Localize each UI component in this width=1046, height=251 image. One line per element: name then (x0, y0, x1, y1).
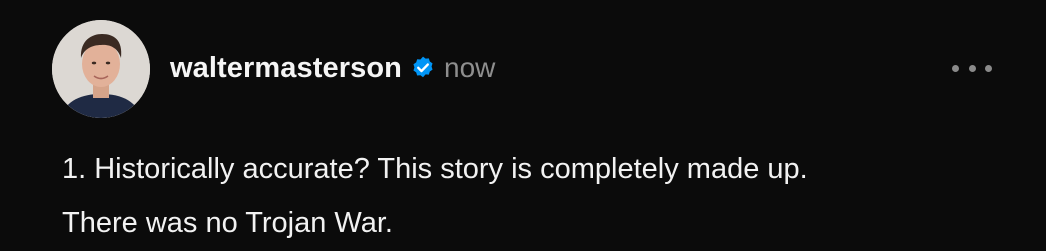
timestamp: now (444, 52, 496, 83)
verified-badge-icon (410, 55, 436, 81)
more-dot (985, 64, 992, 72)
post-text-line: 1. Historically accurate? This story is … (62, 153, 808, 185)
post-card: waltermasterson now 1. Historically accu… (0, 0, 1046, 251)
username[interactable]: waltermasterson (170, 52, 402, 85)
post-header: waltermasterson now (170, 48, 495, 88)
post-text-line: There was no Trojan War. (62, 207, 393, 239)
post-body: 1. Historically accurate? This story is … (62, 142, 1002, 250)
avatar[interactable] (52, 20, 150, 118)
more-dot (952, 64, 959, 72)
more-dot (968, 64, 976, 72)
avatar-image (52, 20, 150, 118)
more-options-icon[interactable] (952, 58, 992, 78)
